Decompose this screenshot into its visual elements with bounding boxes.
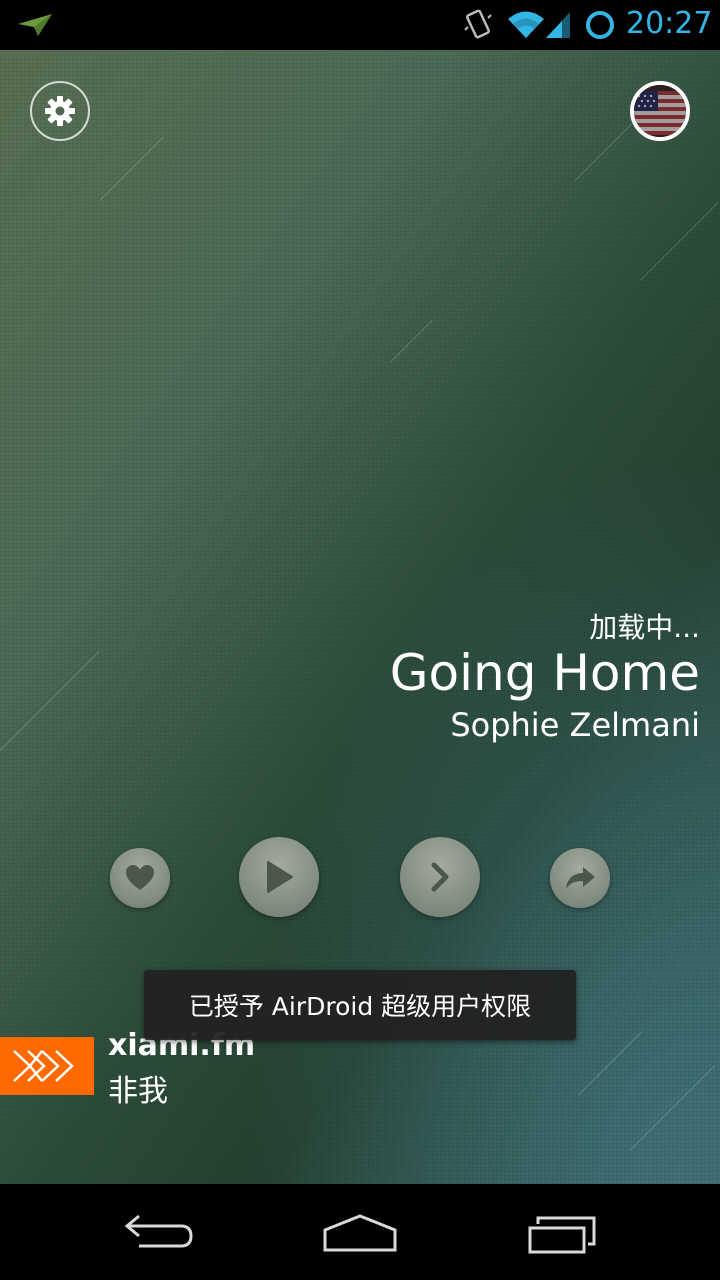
gear-icon	[45, 96, 75, 126]
xiami-logo-badge[interactable]	[0, 1037, 94, 1095]
toast-message: 已授予 AirDroid 超级用户权限	[144, 970, 576, 1040]
vibrate-icon	[464, 9, 492, 39]
back-icon[interactable]	[115, 1204, 205, 1260]
xiami-logo-icon	[13, 1050, 74, 1082]
signal-icon	[546, 12, 570, 38]
play-icon	[267, 861, 293, 893]
player-screen: 加载中... Going Home Sophie Zelmani xiami.f…	[0, 50, 720, 1184]
home-icon[interactable]	[315, 1204, 405, 1260]
status-clock: 20:27	[626, 6, 713, 41]
navigation-bar	[0, 1184, 720, 1280]
share-arrow-icon	[566, 867, 595, 889]
chevron-right-icon	[431, 862, 449, 892]
sync-icon	[586, 11, 614, 39]
status-bar: 20:27	[0, 0, 720, 50]
avatar[interactable]	[630, 81, 690, 141]
next-button[interactable]	[400, 837, 480, 917]
decor-streak	[639, 202, 719, 281]
decor-streak	[629, 1065, 716, 1151]
channel-name: 非我	[108, 1074, 168, 1109]
airdroid-notification-icon	[18, 14, 52, 36]
recents-icon[interactable]	[518, 1204, 608, 1260]
decor-streak	[389, 319, 433, 363]
song-title: Going Home	[389, 644, 700, 702]
decor-streak	[99, 136, 164, 201]
decor-streak	[0, 651, 100, 751]
artist-name: Sophie Zelmani	[450, 706, 700, 744]
us-flag-avatar	[634, 85, 686, 137]
play-button[interactable]	[239, 837, 319, 917]
loading-status: 加载中...	[589, 611, 700, 644]
decor-streak	[577, 1031, 642, 1096]
like-button[interactable]	[110, 848, 170, 908]
wifi-icon	[508, 11, 544, 38]
settings-button[interactable]	[30, 81, 90, 141]
heart-icon	[126, 865, 154, 890]
share-button[interactable]	[550, 848, 610, 908]
